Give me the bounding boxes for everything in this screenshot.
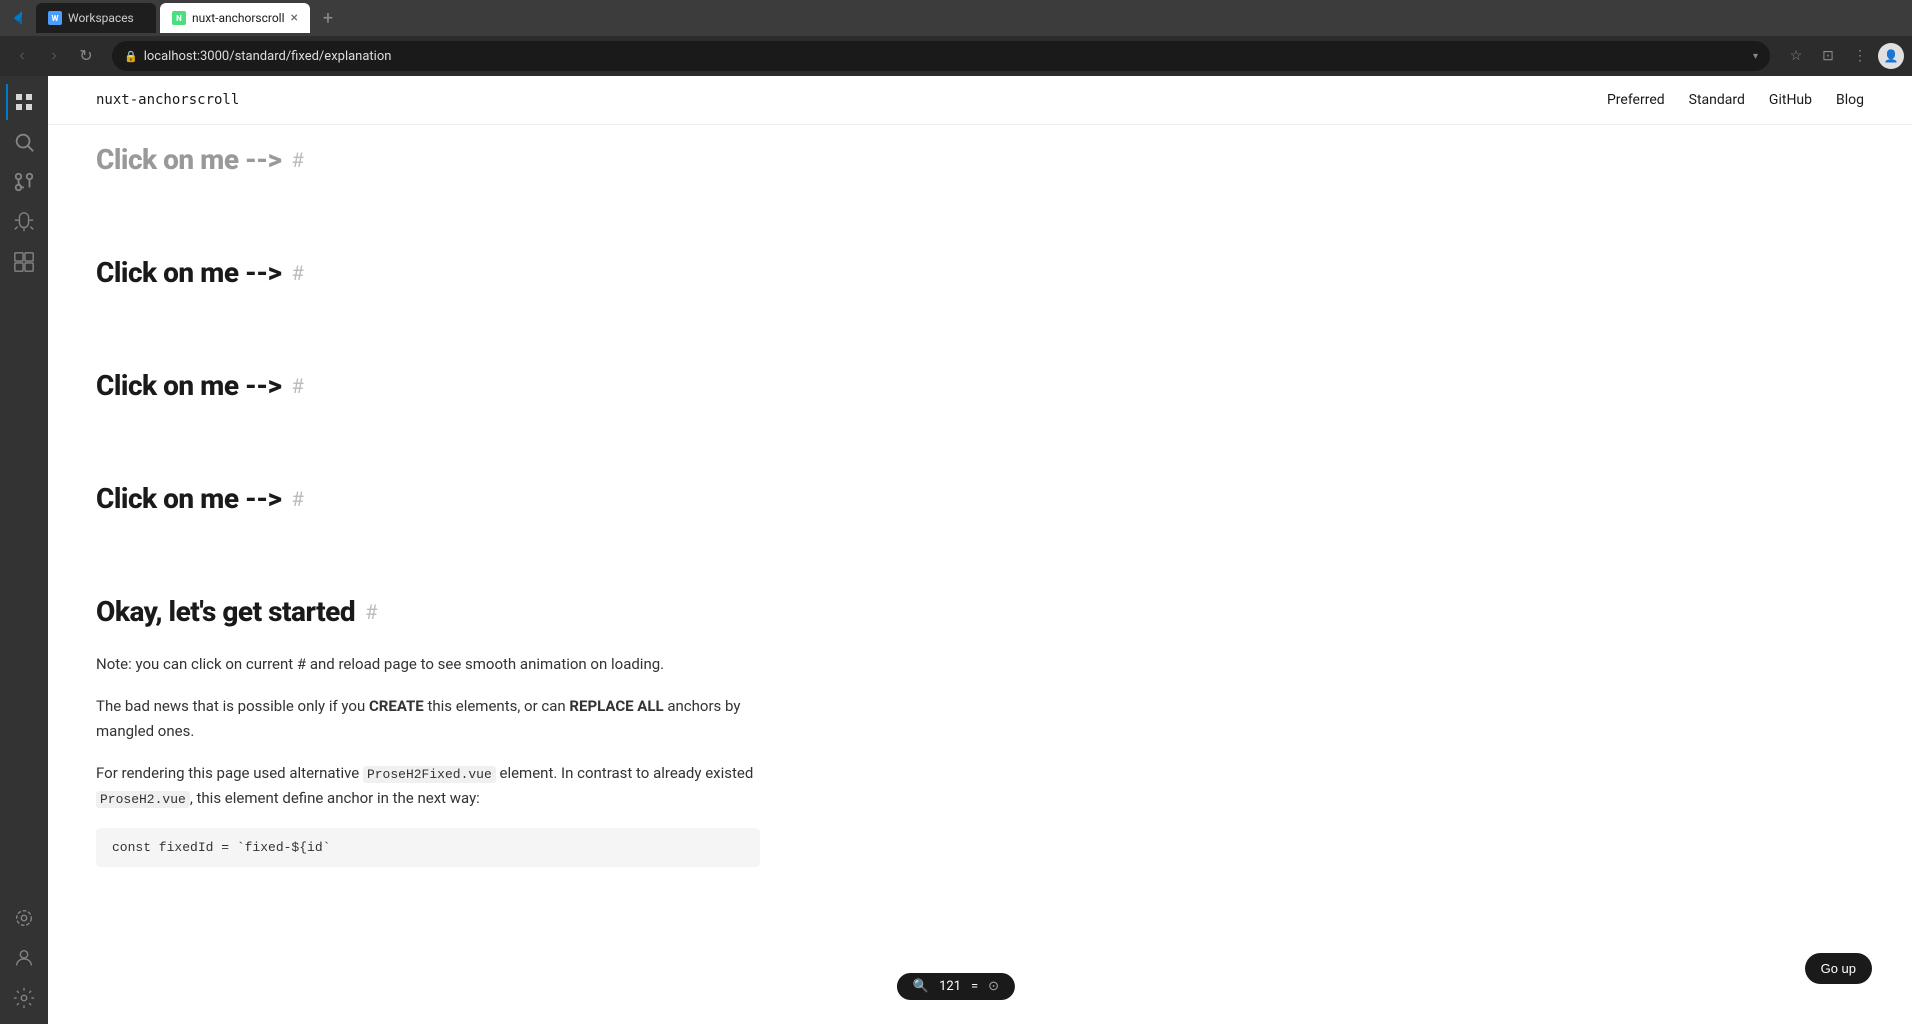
- bookmark-icon[interactable]: ☆: [1782, 42, 1810, 70]
- heading-3-text: Click on me -->: [96, 369, 282, 402]
- anchor-link-2[interactable]: #: [292, 261, 304, 285]
- anchor-link-5[interactable]: #: [365, 600, 377, 624]
- page-content: Click on me --> # Click on me --> # Clic…: [48, 125, 808, 947]
- heading-1-text: Click on me -->: [96, 143, 282, 176]
- anchor-link-3[interactable]: #: [292, 374, 304, 398]
- workspaces-tab-label: Workspaces: [68, 11, 134, 25]
- paragraph-1: The bad news that is possible only if yo…: [96, 694, 760, 745]
- sidebar-item-account[interactable]: [6, 940, 42, 976]
- heading-4-text: Click on me -->: [96, 482, 282, 515]
- section-heading-4: Click on me --> #: [96, 482, 760, 515]
- paragraph-2: For rendering this page used alternative…: [96, 761, 760, 812]
- section-heading-2: Click on me --> #: [96, 256, 760, 289]
- heading-5-text: Okay, let's get started: [96, 595, 355, 628]
- sidebar-item-debug[interactable]: [6, 204, 42, 240]
- lock-icon: 🔒: [124, 50, 138, 63]
- anchor-link-1[interactable]: #: [292, 148, 304, 172]
- menu-icon[interactable]: ⋮: [1846, 42, 1874, 70]
- zoom-reset-icon[interactable]: ⊙: [988, 979, 999, 994]
- nav-preferred[interactable]: Preferred: [1607, 92, 1665, 108]
- back-button[interactable]: ‹: [8, 42, 36, 70]
- sidebar-item-explorer[interactable]: [6, 84, 42, 120]
- new-tab-button[interactable]: +: [314, 4, 342, 32]
- sidebar-item-source-control[interactable]: [6, 164, 42, 200]
- zoom-level: 121: [939, 979, 961, 994]
- forward-button[interactable]: ›: [40, 42, 68, 70]
- main-content: nuxt-anchorscroll Preferred Standard Git…: [48, 76, 1912, 1024]
- sidebar-item-settings[interactable]: [6, 980, 42, 1016]
- nav-blog[interactable]: Blog: [1836, 92, 1864, 108]
- nav-standard[interactable]: Standard: [1689, 92, 1745, 108]
- site-nav: Preferred Standard GitHub Blog: [1607, 92, 1864, 108]
- section-heading-5: Okay, let's get started #: [96, 595, 760, 628]
- nuxt-favicon: N: [172, 11, 186, 25]
- nuxt-tab-label: nuxt-anchorscroll: [192, 11, 285, 25]
- browser-toolbar: ‹ › ↻ 🔒 localhost:3000/standard/fixed/ex…: [0, 36, 1912, 76]
- vscode-sidebar: [0, 76, 48, 1024]
- sidebar-item-search[interactable]: [6, 124, 42, 160]
- reload-button[interactable]: ↻: [72, 42, 100, 70]
- toolbar-right: ☆ ⊡ ⋮ 👤: [1782, 42, 1904, 70]
- go-up-button[interactable]: Go up: [1805, 953, 1872, 984]
- close-tab-icon[interactable]: ×: [291, 10, 298, 26]
- anchor-link-4[interactable]: #: [292, 487, 304, 511]
- tab-nuxt-anchorscroll[interactable]: N nuxt-anchorscroll ×: [160, 3, 310, 33]
- app-container: nuxt-anchorscroll Preferred Standard Git…: [0, 76, 1912, 1024]
- browser-chrome: W Workspaces N nuxt-anchorscroll × + ‹ ›…: [0, 0, 1912, 76]
- code-block: const fixedId = `fixed-${id`: [96, 828, 760, 867]
- tab-bar: W Workspaces N nuxt-anchorscroll × +: [0, 0, 1912, 36]
- vscode-icon: [8, 8, 28, 28]
- site-logo: nuxt-anchorscroll: [96, 92, 239, 108]
- sidebar-item-remote[interactable]: [6, 900, 42, 936]
- zoom-icon: 🔍: [913, 979, 929, 994]
- sidebar-item-extensions[interactable]: [6, 244, 42, 280]
- note-text: Note: you can click on current # and rel…: [96, 652, 760, 678]
- section-heading-1: Click on me --> #: [96, 143, 760, 176]
- heading-2-text: Click on me -->: [96, 256, 282, 289]
- zoom-unit: =: [971, 979, 978, 994]
- extensions-icon[interactable]: ⊡: [1814, 42, 1842, 70]
- section-heading-3: Click on me --> #: [96, 369, 760, 402]
- nav-github[interactable]: GitHub: [1769, 92, 1812, 108]
- profile-avatar[interactable]: 👤: [1878, 43, 1904, 69]
- workspaces-favicon: W: [48, 11, 62, 25]
- code-text: const fixedId = `fixed-${id`: [112, 840, 330, 855]
- tab-workspaces[interactable]: W Workspaces: [36, 3, 156, 33]
- site-header: nuxt-anchorscroll Preferred Standard Git…: [48, 76, 1912, 125]
- address-bar[interactable]: 🔒 localhost:3000/standard/fixed/explanat…: [112, 41, 1770, 71]
- url-text: localhost:3000/standard/fixed/explanatio…: [144, 49, 1747, 64]
- zoom-bar: 🔍 121 = ⊙: [897, 973, 1015, 1000]
- address-dropdown-icon[interactable]: ▾: [1753, 51, 1758, 62]
